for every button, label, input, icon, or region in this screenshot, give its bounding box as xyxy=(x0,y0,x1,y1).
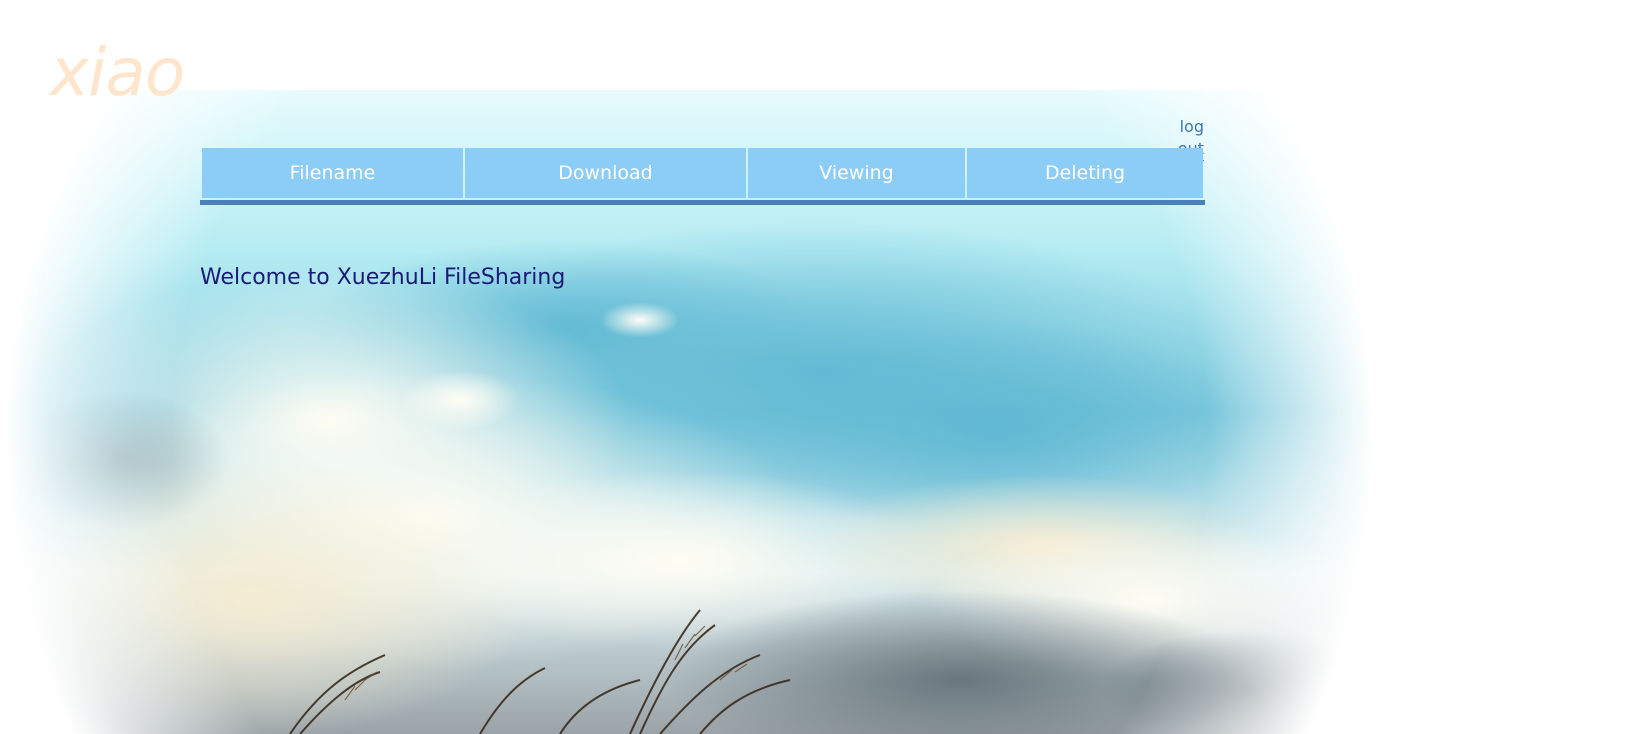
welcome-heading: Welcome to XuezhuLi FileSharing xyxy=(200,265,566,290)
table-header-row: Filename Download Viewing Deleting xyxy=(202,148,1203,198)
files-table: Filename Download Viewing Deleting xyxy=(200,146,1205,205)
site-logo: xiao xyxy=(50,34,185,111)
background-photo xyxy=(0,90,1646,734)
column-header-download[interactable]: Download xyxy=(465,148,746,198)
page-root: xiao log out Filename Download Viewing D… xyxy=(0,0,1646,734)
column-header-filename[interactable]: Filename xyxy=(202,148,463,198)
column-header-viewing[interactable]: Viewing xyxy=(748,148,965,198)
column-header-deleting[interactable]: Deleting xyxy=(967,148,1203,198)
